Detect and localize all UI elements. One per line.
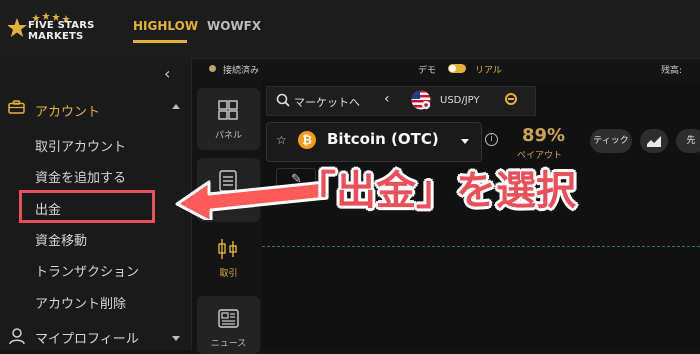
chevron-up-icon[interactable] [172, 104, 180, 109]
candlestick-icon [218, 239, 237, 259]
brand-line-1: FIVE STARS [28, 20, 95, 31]
sidebar-item-transactions[interactable]: トランザクション [35, 261, 139, 280]
news-label: ニュース [210, 339, 247, 349]
sidebar-item-trading-account[interactable]: 取引アカウント [35, 136, 126, 155]
go-to-market-button[interactable]: マーケットへ [294, 94, 360, 110]
newspaper-icon [218, 309, 239, 328]
brand-line-2: MARKETS [28, 31, 84, 42]
chevron-down-icon[interactable] [461, 139, 469, 144]
currency-pair-label[interactable]: USD/JPY [440, 95, 480, 106]
sidebar-item-delete-account[interactable]: アカウント削除 [35, 293, 126, 312]
sidebar-item-add-funds[interactable]: 資金を追加する [35, 167, 126, 186]
toggle-knob [449, 65, 456, 72]
chevron-down-icon[interactable] [172, 336, 180, 341]
grid-icon [218, 100, 238, 120]
annotation-text: 「出金」を選択 [296, 168, 576, 214]
connection-status-dot [209, 65, 216, 72]
minus-icon [508, 98, 514, 100]
sidebar-section-profile[interactable]: マイプロフィール [35, 328, 139, 347]
collapse-sidebar-icon[interactable]: ‹ [164, 64, 170, 83]
sidebar-section-account[interactable]: アカウント [35, 101, 100, 120]
real-label: リアル [475, 66, 502, 76]
balance-label: 残高: [661, 66, 683, 76]
tick-button[interactable]: ティック [590, 129, 632, 153]
payout-value: 89% [522, 125, 566, 146]
next-button[interactable]: 先 [676, 129, 700, 153]
trade-label[interactable]: 取引 [197, 266, 260, 279]
active-tab-indicator [133, 40, 187, 43]
user-icon [9, 328, 25, 345]
bitcoin-icon: ₿ [298, 131, 316, 149]
chevron-left-icon[interactable]: ‹ [384, 91, 390, 107]
withdraw-highlight-box [19, 190, 155, 223]
demo-label: デモ [418, 66, 437, 76]
area-chart-icon [647, 136, 661, 147]
panel-label: パネル [214, 131, 242, 141]
connection-status: 接続済み [223, 66, 260, 76]
us-flag-icon [411, 90, 431, 110]
tab-highlow[interactable]: HIGHLOW [133, 19, 198, 33]
search-icon[interactable] [276, 93, 290, 107]
briefcase-icon [8, 100, 25, 114]
asset-name[interactable]: Bitcoin (OTC) [327, 130, 439, 148]
price-line [262, 246, 700, 247]
chart-type-button[interactable] [640, 129, 668, 153]
star-icon[interactable]: ☆ [276, 133, 287, 147]
info-icon[interactable]: i [485, 133, 498, 146]
sidebar-item-fund-transfer[interactable]: 資金移動 [35, 230, 87, 249]
tab-wowfx[interactable]: WOWFX [207, 19, 261, 33]
